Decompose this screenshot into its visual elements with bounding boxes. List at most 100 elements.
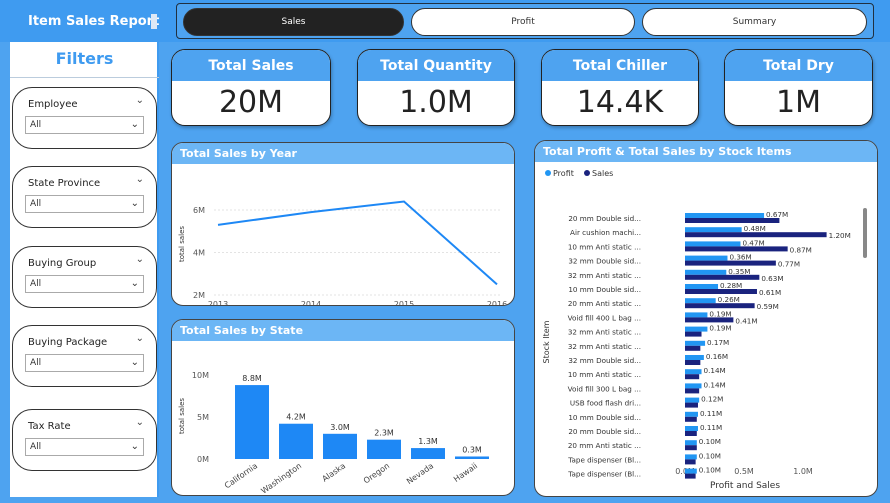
y-tick-label: 32 mm Double sid... [568,257,641,266]
tab-sales[interactable]: Sales [183,8,404,36]
sales-bar [685,374,700,380]
data-label: 0.14M [704,366,726,375]
profit-bar [685,426,698,431]
data-label: 0.36M [729,253,751,262]
bar [279,423,313,459]
x-axis-title: Profit and Sales [710,481,780,491]
y-tick-label: 20 mm Double sid... [568,427,641,436]
y-axis-title: Stock Item [542,320,551,363]
data-label: 0.10M [699,466,721,475]
data-label: 0.17M [707,338,729,347]
panel-sales-by-state: Total Sales by State 0M 5M 10M total sales 8… [171,319,515,496]
chevron-down-icon[interactable]: ⌄ [136,95,144,106]
profit-bar [685,340,706,346]
bar [367,439,401,459]
profit-bar [685,383,702,389]
legend-sales-marker [584,170,590,176]
y-tick-label: Void fill 300 L bag ... [568,384,641,393]
data-label: 0.48M [744,224,766,233]
card-title: Total Chiller [542,50,698,81]
data-label: 0.3M [462,445,482,454]
x-tick-label: Hawaii [452,461,479,484]
chevron-down-icon: ⌄ [130,441,139,452]
card-title: Total Quantity [358,50,514,81]
sales-bar [685,459,696,465]
data-label: 4.2M [286,413,306,422]
card-total-quantity: Total Quantity 1.0M [357,49,515,126]
legend-label: Sales [592,169,613,178]
y-tick-label: 6M [193,206,205,215]
sales-bar [685,445,697,451]
chevron-down-icon[interactable]: ⌄ [136,417,144,428]
sales-bar [685,345,701,351]
y-tick-label: 10 mm Double sid... [568,285,641,294]
slicer-dropdown[interactable]: All ⌄ [25,275,144,293]
slicer-buying-group[interactable]: Buying Group ⌄ All ⌄ [12,246,157,308]
x-tick-label: Washington [259,461,303,495]
series-line [217,200,498,286]
slicer-dropdown[interactable]: All ⌄ [25,195,144,213]
menu-handle-icon[interactable] [151,14,157,29]
tab-summary[interactable]: Summary [642,8,867,36]
data-label: 0.41M [735,316,757,325]
data-label: 0.59M [757,302,779,311]
data-label: 0.47M [742,238,764,247]
slicer-dropdown[interactable]: All ⌄ [25,438,144,456]
profit-bar [685,298,716,304]
sales-bar [685,331,702,337]
y-tick-label: 2M [193,291,205,300]
card-title: Total Dry [725,50,872,81]
profit-bar [685,397,700,403]
profit-bar [685,312,708,318]
top-bar: Item Sales Report Sales Profit Summary [0,0,890,42]
chevron-down-icon[interactable]: ⌄ [136,254,144,265]
card-title: Total Sales [172,50,330,81]
chevron-down-icon[interactable]: ⌄ [136,174,144,185]
profit-bar [685,454,697,460]
data-label: 1.3M [418,437,438,446]
x-tick-label: 2015 [394,300,414,306]
profit-bar [685,369,702,375]
profit-bar [685,213,765,218]
y-tick-label: 0M [197,455,209,464]
sales-bar [685,246,788,252]
slicer-tax-rate[interactable]: Tax Rate ⌄ All ⌄ [12,409,157,471]
slicer-dropdown[interactable]: All ⌄ [25,116,144,134]
y-tick-label: 32 mm Anti static ... [568,342,641,351]
chevron-down-icon[interactable]: ⌄ [136,333,144,344]
slicer-buying-package[interactable]: Buying Package ⌄ All ⌄ [12,325,157,387]
legend-profit-marker [545,170,551,176]
chevron-down-icon: ⌄ [130,119,139,130]
data-label: 0.11M [700,423,722,432]
data-label: 0.16M [706,352,728,361]
y-tick-label: Air cushion machi... [570,228,641,237]
profit-bar [685,269,727,275]
y-axis-title: total sales [178,398,186,434]
slicer-employee[interactable]: Employee ⌄ All ⌄ [12,87,157,149]
card-value: 20M [218,85,284,120]
data-label: 0.19M [709,309,731,318]
slicer-value: All [30,120,42,130]
x-tick-label: Nevada [405,461,435,486]
x-tick-label: 2016 [487,300,507,306]
data-label: 0.11M [700,409,722,418]
y-tick-label: Tape dispenser (Bl... [567,455,641,464]
slicer-state-province[interactable]: State Province ⌄ All ⌄ [12,166,157,228]
chevron-down-icon: ⌄ [130,357,139,368]
y-axis-title: total sales [178,226,186,262]
legend-label: Profit [553,169,574,178]
profit-bar [685,440,697,446]
bar-chart: 0M 5M 10M total sales 8.8M California 4.2M Wash… [178,371,489,495]
data-label: 0.67M [766,210,788,219]
card-total-sales: Total Sales 20M [171,49,331,126]
data-label: 0.28M [720,281,742,290]
chart-title: Total Sales by Year [172,143,514,164]
x-tick-label: 2014 [301,300,321,306]
tab-profit[interactable]: Profit [411,8,635,36]
line-chart: 2M4M6M2013201420152016Yeartotal sales [178,200,507,306]
chart-title: Total Sales by State [172,320,514,341]
y-tick-label: 20 mm Double sid... [568,214,641,223]
filters-title: Filters [10,42,159,78]
x-tick-label: Alaska [321,461,348,483]
slicer-dropdown[interactable]: All ⌄ [25,354,144,372]
